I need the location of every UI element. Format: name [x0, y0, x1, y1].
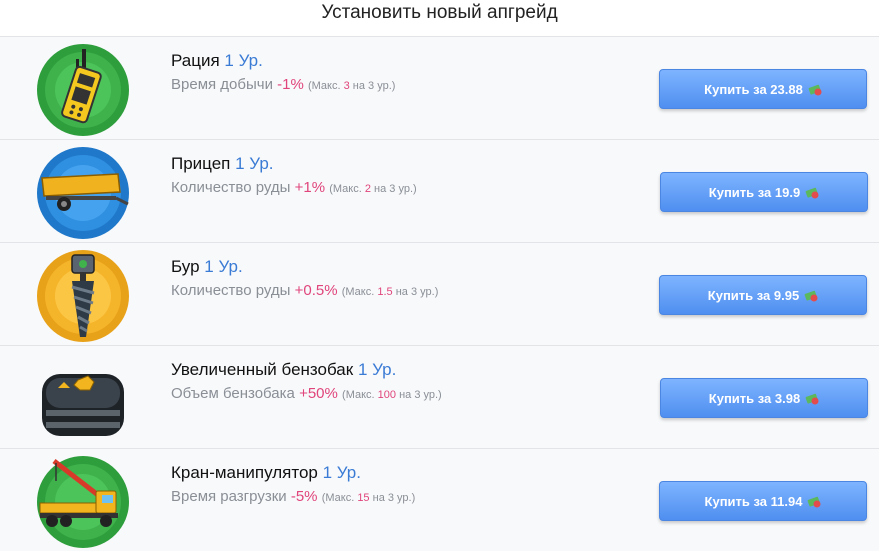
- upgrade-stat: Количество руды: [171, 179, 291, 196]
- note-suffix: на 3 ур.): [395, 286, 439, 298]
- upgrade-value: -1%: [277, 76, 304, 93]
- note-max-value: 2: [364, 183, 371, 195]
- upgrade-level: 1 Ур.: [235, 154, 274, 173]
- note-prefix: (Макс.: [341, 286, 375, 298]
- note-max-value: 3: [343, 80, 350, 92]
- note-suffix: на 3 ур.): [352, 80, 396, 92]
- upgrade-description: Количество руды +0.5% (Макс. 1.5 на 3 ур…: [171, 282, 641, 301]
- upgrade-level: 1 Ур.: [357, 360, 397, 379]
- note-prefix: (Макс.: [321, 492, 355, 504]
- buy-button-label: Купить за 11.94: [704, 493, 803, 509]
- upgrade-value: +1%: [294, 179, 326, 196]
- buy-button-trailer[interactable]: Купить за 19.9: [660, 172, 868, 212]
- upgrade-value: +50%: [299, 385, 338, 402]
- money-icon: [805, 393, 819, 405]
- page-title: Установить новый апгрейд: [0, 0, 879, 36]
- money-icon: [804, 290, 818, 302]
- buy-button-walkie-talkie[interactable]: Купить за 23.88: [659, 69, 867, 109]
- note-max-value: 15: [357, 492, 370, 504]
- upgrade-list: Рация 1 Ур. Время добычи -1% (Макс. 3 на…: [0, 36, 879, 551]
- upgrade-title: Кран-манипулятор 1 Ур.: [171, 463, 641, 483]
- upgrade-description: Время добычи -1% (Макс. 3 на 3 ур.): [171, 76, 641, 95]
- note-prefix: (Макс.: [329, 183, 362, 195]
- upgrade-description: Время разгрузки -5% (Макс. 15 на 3 ур.): [171, 488, 641, 507]
- upgrade-name: Прицеп: [171, 154, 231, 173]
- upgrade-max-note: (Макс. 2 на 3 ур.): [329, 183, 416, 195]
- upgrade-max-note: (Макс. 100 на 3 ур.): [342, 389, 442, 401]
- upgrade-max-note: (Макс. 3 на 3 ур.): [308, 80, 395, 92]
- fuel-tank-icon: [36, 352, 130, 446]
- buy-button-label: Купить за 23.88: [704, 81, 803, 97]
- money-icon: [808, 84, 822, 96]
- walkie-talkie-icon: [36, 43, 130, 137]
- buy-button-drill[interactable]: Купить за 9.95: [659, 275, 867, 315]
- upgrade-row-trailer: Прицеп 1 Ур. Количество руды +1% (Макс. …: [0, 139, 879, 242]
- note-prefix: (Макс.: [307, 80, 341, 92]
- note-suffix: на 3 ур.): [374, 183, 417, 195]
- upgrade-info: Бур 1 Ур. Количество руды +0.5% (Макс. 1…: [171, 257, 641, 301]
- upgrade-title: Рация 1 Ур.: [171, 51, 641, 71]
- upgrade-level: 1 Ур.: [204, 257, 243, 276]
- upgrade-stat: Количество руды: [171, 282, 291, 299]
- upgrade-title: Увеличенный бензобак 1 Ур.: [171, 360, 641, 380]
- upgrade-value: +0.5%: [294, 282, 338, 299]
- buy-button-label: Купить за 19.9: [708, 184, 801, 200]
- upgrade-info: Прицеп 1 Ур. Количество руды +1% (Макс. …: [171, 154, 641, 198]
- upgrade-name: Бур: [171, 257, 200, 276]
- upgrade-level: 1 Ур.: [322, 463, 361, 482]
- buy-button-fuel-tank[interactable]: Купить за 3.98: [660, 378, 868, 418]
- upgrade-title: Прицеп 1 Ур.: [171, 154, 641, 174]
- buy-button-crane[interactable]: Купить за 11.94: [659, 481, 867, 521]
- upgrade-description: Количество руды +1% (Макс. 2 на 3 ур.): [171, 179, 641, 198]
- upgrade-stat: Время разгрузки: [171, 488, 287, 505]
- upgrade-row-drill: Бур 1 Ур. Количество руды +0.5% (Макс. 1…: [0, 242, 879, 345]
- money-icon: [805, 187, 819, 199]
- buy-button-label: Купить за 3.98: [708, 390, 801, 406]
- drill-icon: [36, 249, 130, 343]
- upgrade-value: -5%: [290, 488, 318, 505]
- upgrade-name: Рация: [171, 51, 220, 70]
- upgrade-stat: Время добычи: [171, 76, 273, 93]
- upgrade-title: Бур 1 Ур.: [171, 257, 641, 277]
- upgrade-info: Кран-манипулятор 1 Ур. Время разгрузки -…: [171, 463, 641, 507]
- upgrade-max-note: (Макс. 15 на 3 ур.): [322, 492, 416, 504]
- upgrade-row-walkie-talkie: Рация 1 Ур. Время добычи -1% (Макс. 3 на…: [0, 36, 879, 139]
- upgrade-description: Объем бензобака +50% (Макс. 100 на 3 ур.…: [171, 385, 641, 404]
- note-suffix: на 3 ур.): [372, 492, 416, 504]
- buy-button-label: Купить за 9.95: [707, 287, 800, 303]
- upgrade-row-fuel-tank: Увеличенный бензобак 1 Ур. Объем бензоба…: [0, 345, 879, 448]
- note-suffix: на 3 ур.): [399, 389, 442, 401]
- note-max-value: 1.5: [377, 286, 393, 298]
- upgrade-info: Увеличенный бензобак 1 Ур. Объем бензоба…: [171, 360, 641, 404]
- money-icon: [808, 496, 821, 508]
- upgrade-row-crane: Кран-манипулятор 1 Ур. Время разгрузки -…: [0, 448, 879, 551]
- note-prefix: (Макс.: [342, 389, 375, 401]
- upgrade-name: Кран-манипулятор: [171, 463, 318, 482]
- upgrade-stat: Объем бензобака: [171, 385, 295, 402]
- note-max-value: 100: [377, 389, 397, 401]
- crane-truck-icon: [36, 455, 130, 549]
- upgrade-name: Увеличенный бензобак: [171, 360, 354, 379]
- trailer-icon: [36, 146, 130, 240]
- upgrade-max-note: (Макс. 1.5 на 3 ур.): [342, 286, 439, 298]
- upgrade-info: Рация 1 Ур. Время добычи -1% (Макс. 3 на…: [171, 51, 641, 95]
- upgrade-level: 1 Ур.: [224, 51, 263, 70]
